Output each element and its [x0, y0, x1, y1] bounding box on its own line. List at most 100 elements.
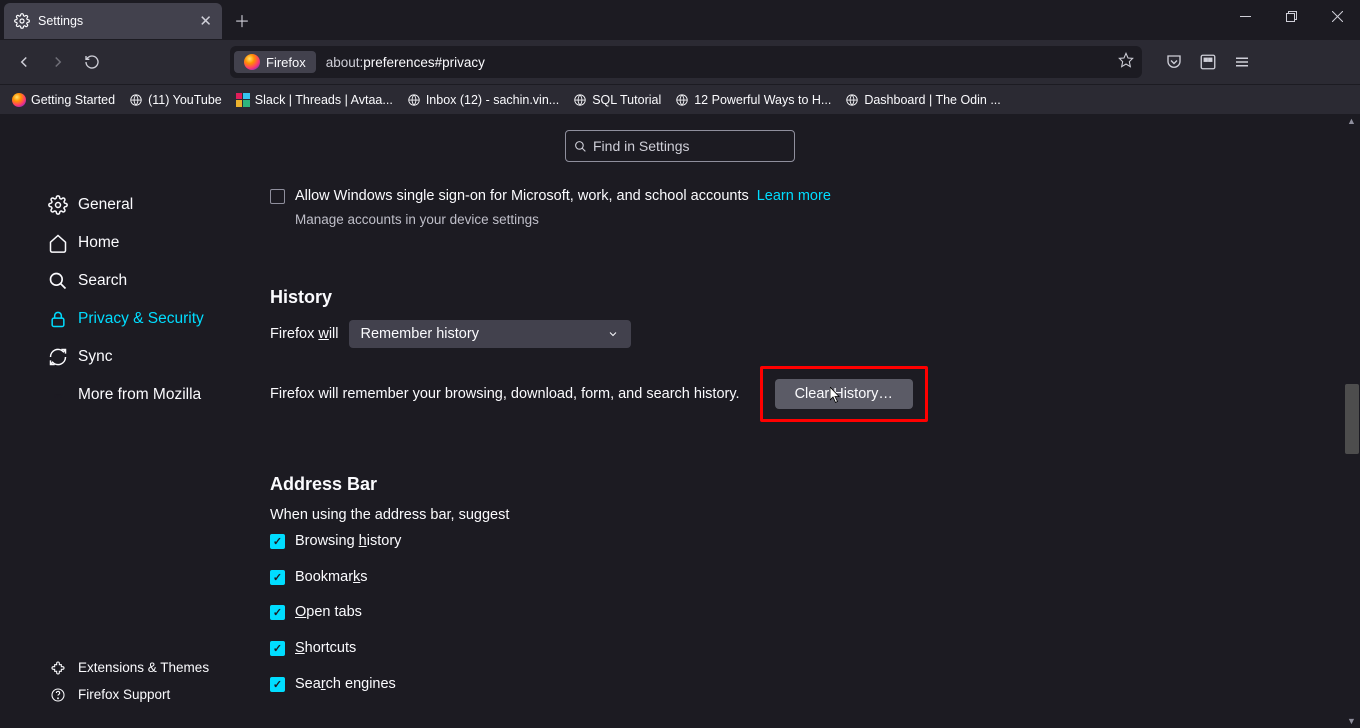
sidebar-label: Home [78, 234, 119, 252]
history-desc: Firefox will remember your browsing, dow… [270, 386, 740, 402]
tab-settings[interactable]: Settings ✕ [4, 3, 222, 39]
scroll-down-icon[interactable]: ▼ [1347, 716, 1356, 726]
address-bar-options: ✓Browsing history ✓Bookmarks ✓Open tabs … [270, 531, 1320, 696]
scrollbar-thumb[interactable] [1345, 384, 1359, 454]
addr-checkbox[interactable]: ✓ [270, 677, 285, 692]
addr-label: Browsing history [295, 531, 401, 553]
highlight-box: Clear History… [760, 366, 928, 422]
history-desc-row: Firefox will remember your browsing, dow… [270, 366, 1320, 422]
sidebar-item-sync[interactable]: Sync [0, 338, 230, 376]
addr-label: Search engines [295, 674, 396, 696]
history-mode-select[interactable]: Remember history [349, 320, 631, 348]
vertical-scrollbar[interactable]: ▲ ▼ [1344, 114, 1360, 728]
learn-more-link[interactable]: Learn more [757, 188, 831, 204]
titlebar: Settings ✕ ＋ [0, 0, 1360, 40]
window-controls [1222, 0, 1360, 32]
gear-icon [14, 13, 30, 29]
firefox-icon [244, 54, 260, 70]
addr-checkbox[interactable]: ✓ [270, 605, 285, 620]
globe-icon [845, 93, 859, 107]
sidebar-label: Privacy & Security [78, 310, 204, 328]
url-bar[interactable]: Firefox about:preferences#privacy [230, 46, 1142, 78]
sso-label: Allow Windows single sign-on for Microso… [295, 186, 831, 208]
addr-option: ✓ Bookmarks [270, 567, 1320, 589]
sidebar-item-search[interactable]: Search [0, 262, 230, 300]
toolbar: Firefox about:preferences#privacy [0, 40, 1360, 84]
forward-button[interactable] [42, 46, 74, 78]
sidebar-label: General [78, 196, 133, 214]
sso-checkbox-row: Allow Windows single sign-on for Microso… [270, 186, 1320, 208]
sidebar-item-privacy[interactable]: Privacy & Security [0, 300, 230, 338]
bookmark-item[interactable]: SQL Tutorial [567, 90, 667, 110]
bookmark-item[interactable]: Slack | Threads | Avtaa... [230, 90, 399, 110]
addr-checkbox[interactable]: ✓ [270, 570, 285, 585]
addr-checkbox[interactable]: ✓ [270, 534, 285, 549]
identity-box[interactable]: Firefox [234, 51, 316, 73]
reload-button[interactable] [76, 46, 108, 78]
sidebar-item-support[interactable]: Firefox Support [0, 681, 230, 708]
close-window-button[interactable] [1314, 0, 1360, 32]
addr-checkbox[interactable]: ✓ [270, 641, 285, 656]
tab-close-icon[interactable]: ✕ [199, 12, 212, 30]
settings-search: Find in Settings [565, 130, 795, 162]
addr-label: Bookmarks [295, 567, 368, 589]
globe-icon [573, 93, 587, 107]
sidebar-label: Extensions & Themes [78, 660, 209, 675]
bookmarks-bar: Getting Started (11) YouTube Slack | Thr… [0, 84, 1360, 114]
new-tab-button[interactable]: ＋ [228, 6, 256, 34]
bookmark-item[interactable]: 12 Powerful Ways to H... [669, 90, 837, 110]
sidebar-label: Firefox Support [78, 687, 170, 702]
url-text: about:preferences#privacy [316, 55, 495, 70]
gear-icon [48, 195, 68, 215]
bookmark-item[interactable]: Getting Started [6, 90, 121, 110]
sync-icon [48, 347, 68, 367]
mozilla-icon: m [48, 385, 68, 405]
address-bar-heading: Address Bar [270, 474, 1320, 495]
maximize-button[interactable] [1268, 0, 1314, 32]
extension-icon[interactable] [1192, 46, 1224, 78]
slack-icon [236, 93, 250, 107]
addr-label: Open tabs [295, 602, 362, 624]
scroll-up-icon[interactable]: ▲ [1347, 116, 1356, 126]
history-mode-row: Firefox will Remember history [270, 320, 1320, 348]
history-heading: History [270, 287, 1320, 308]
bookmark-item[interactable]: (11) YouTube [123, 90, 228, 110]
back-button[interactable] [8, 46, 40, 78]
sidebar-label: More from Mozilla [78, 386, 201, 404]
settings-content: Find in Settings General Home Search Pri… [0, 114, 1360, 728]
history-prefix: Firefox will [270, 326, 339, 342]
menu-button[interactable] [1226, 46, 1258, 78]
bookmark-item[interactable]: Dashboard | The Odin ... [839, 90, 1006, 110]
chevron-down-icon [607, 328, 619, 340]
sidebar-item-mozilla[interactable]: m More from Mozilla [0, 376, 230, 414]
clear-history-button[interactable]: Clear History… [775, 379, 913, 409]
lock-icon [48, 309, 68, 329]
search-input[interactable]: Find in Settings [565, 130, 795, 162]
puzzle-icon [48, 658, 68, 678]
sidebar-item-extensions[interactable]: Extensions & Themes [0, 654, 230, 681]
sso-checkbox[interactable] [270, 189, 285, 204]
addr-option: ✓ Browsing history [270, 531, 1320, 553]
sidebar-item-home[interactable]: Home [0, 224, 230, 262]
bookmark-item[interactable]: Inbox (12) - sachin.vin... [401, 90, 565, 110]
settings-main: Allow Windows single sign-on for Microso… [230, 114, 1360, 728]
tab-title: Settings [38, 14, 191, 28]
bookmark-star-icon[interactable] [1118, 52, 1134, 73]
addr-option: ✓ Shortcuts [270, 638, 1320, 660]
tabstrip: Settings ✕ ＋ [0, 0, 1222, 40]
help-icon [48, 685, 68, 705]
settings-sidebar: General Home Search Privacy & Security S… [0, 114, 230, 728]
sidebar-item-general[interactable]: General [0, 186, 230, 224]
sidebar-label: Sync [78, 348, 112, 366]
search-icon [48, 271, 68, 291]
pocket-icon[interactable] [1158, 46, 1190, 78]
addr-label: Shortcuts [295, 638, 356, 660]
search-icon [574, 140, 587, 153]
address-bar-subtext: When using the address bar, suggest [270, 507, 1320, 523]
home-icon [48, 233, 68, 253]
select-value: Remember history [361, 326, 479, 342]
minimize-button[interactable] [1222, 0, 1268, 32]
identity-label: Firefox [266, 55, 306, 70]
sso-subtext: Manage accounts in your device settings [295, 212, 1320, 227]
globe-icon [129, 93, 143, 107]
